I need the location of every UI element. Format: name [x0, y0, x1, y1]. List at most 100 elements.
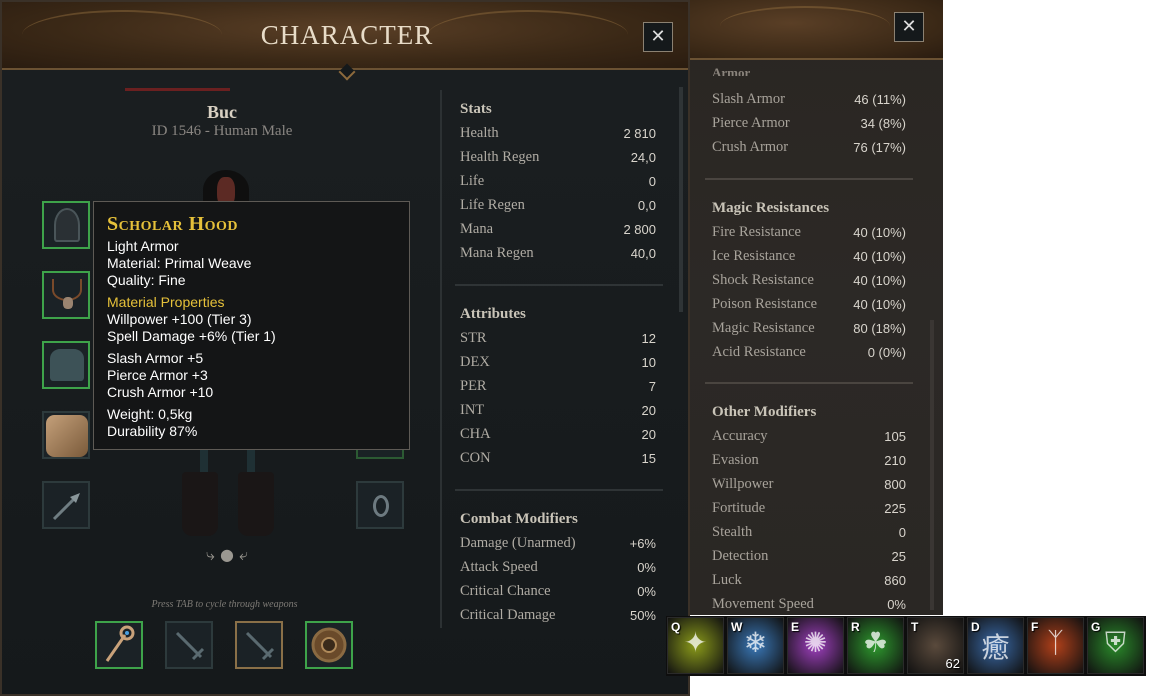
combat-title: Combat Modifiers [460, 511, 578, 527]
item-count: 62 [945, 656, 960, 671]
stat-value: 7 [648, 379, 656, 394]
stat-value: 76 (17%) [853, 140, 906, 155]
stat-value: 2 800 [623, 222, 656, 237]
sword-icon [245, 631, 275, 661]
stat-value: 40 (10%) [853, 273, 906, 288]
stat-row: Life Regen 0,0 [460, 197, 656, 217]
stat-row: CHA 20 [460, 426, 656, 446]
chest-armor-icon [50, 349, 84, 381]
equip-slot-ring[interactable] [356, 481, 404, 529]
stat-value: 46 (11%) [854, 92, 906, 107]
stat-label: Shock Resistance [712, 272, 814, 288]
section-divider [705, 178, 913, 180]
hotbar-slot-w[interactable]: ❄ W [727, 617, 784, 674]
hotbar-slot-g[interactable]: ⛨ G [1087, 617, 1144, 674]
stats-scrollbar[interactable] [679, 87, 683, 312]
weapon-slot-2[interactable] [165, 621, 213, 669]
stat-row: Acid Resistance 0 (0%) [712, 344, 906, 364]
column-divider [440, 90, 442, 628]
hotkey-label: R [851, 620, 860, 634]
item-material: Material: Primal Weave [107, 255, 252, 271]
stat-row: Health 2 810 [460, 125, 656, 145]
stat-row: Fortitude 225 [712, 500, 906, 520]
stat-row: Accuracy 105 [712, 428, 906, 448]
close-button[interactable]: ✕ [894, 12, 924, 42]
stat-label: Critical Chance [460, 583, 551, 599]
stat-label: STR [460, 330, 487, 346]
stat-label: Pierce Armor [712, 115, 790, 131]
stat-row: Fire Resistance 40 (10%) [712, 224, 906, 244]
stat-label: Stealth [712, 524, 753, 540]
stat-label: Accuracy [712, 428, 768, 444]
stat-row: Attack Speed 0% [460, 559, 656, 579]
stat-label: Detection [712, 548, 769, 564]
necklace-gem [63, 297, 73, 309]
hotkey-label: Q [671, 620, 681, 634]
hotbar-slot-f[interactable]: ᛉF [1027, 617, 1084, 674]
hotbar-slot-q[interactable]: ✦ Q [667, 617, 724, 674]
hotbar-slot-t[interactable]: T 62 [907, 617, 964, 674]
detail-scrollbar[interactable] [930, 320, 934, 610]
stat-value: 20 [641, 427, 656, 442]
material-properties-header: Material Properties [107, 294, 225, 310]
stat-value: 0,0 [637, 198, 656, 213]
stat-label: Movement Speed [712, 596, 814, 612]
stat-label: Crush Armor [712, 139, 789, 155]
stat-value: 0% [637, 560, 656, 575]
stat-row: Pierce Armor 34 (8%) [712, 115, 906, 135]
stat-value: 15 [641, 451, 656, 466]
stat-value: 34 (8%) [860, 116, 906, 131]
stat-label: Health [460, 125, 499, 141]
stat-row: DEX 10 [460, 354, 656, 374]
stat-value: 860 [884, 573, 906, 588]
stat-label: Critical Damage [460, 607, 556, 623]
stat-label: Magic Resistance [712, 320, 815, 336]
equip-slot-chest[interactable] [42, 341, 90, 389]
stat-value: 40 (10%) [853, 249, 906, 264]
attributes-title: Attributes [460, 306, 526, 322]
stat-row: Evasion 210 [712, 452, 906, 472]
weapon-slot-3[interactable] [235, 621, 283, 669]
stat-label: Luck [712, 572, 742, 588]
hotbar-slot-r[interactable]: ☘ R [847, 617, 904, 674]
equip-slot-head[interactable] [42, 201, 90, 249]
ring-icon [373, 495, 389, 517]
cycle-weapons-control[interactable]: ⤷ ● ⤶ [192, 545, 262, 565]
stat-row: Life 0 [460, 173, 656, 193]
hotkey-label: E [791, 620, 800, 634]
stat-label: DEX [460, 354, 490, 370]
tab-hint: Press TAB to cycle through weapons [151, 599, 298, 610]
weapon-slot-4[interactable] [305, 621, 353, 669]
equip-slot-mount[interactable] [42, 411, 90, 459]
stat-value: 80 (18%) [853, 321, 906, 336]
stat-label: Willpower [712, 476, 774, 492]
stat-label: Ice Resistance [712, 248, 796, 264]
stats-detail-panel: ✕ Armor Slash Armor 46 (11%) Pierce Armor 3… [690, 0, 943, 615]
stat-value: 0% [637, 584, 656, 599]
stat-row: Health Regen 24,0 [460, 149, 656, 169]
stat-value: 2 810 [623, 126, 656, 141]
weapon-slot-1[interactable] [95, 621, 143, 669]
hotkey-label: F [1031, 620, 1039, 634]
equip-slot-ammo[interactable] [42, 481, 90, 529]
item-armor-stat: Pierce Armor +3 [107, 367, 208, 383]
stat-value: +6% [629, 536, 656, 551]
hotbar-slot-e[interactable]: ✺ E [787, 617, 844, 674]
stat-label: Poison Resistance [712, 296, 818, 312]
stat-label: Evasion [712, 452, 759, 468]
hotbar-slot-d[interactable]: 癒D [967, 617, 1024, 674]
section-divider [455, 489, 663, 491]
stat-row: Luck 860 [712, 572, 906, 592]
armor-title: Armor [712, 66, 751, 76]
equip-slot-neck[interactable] [42, 271, 90, 319]
stat-value: 40,0 [630, 246, 656, 261]
character-boot [182, 472, 218, 536]
item-tooltip: Scholar Hood Light Armor Material: Prima… [93, 201, 410, 450]
magic-resistances-title: Magic Resistances [712, 200, 830, 216]
stat-row: Stealth 0 [712, 524, 906, 544]
stat-row: Critical Damage 50% [460, 607, 656, 627]
stat-row: PER 7 [460, 378, 656, 398]
health-bar [125, 88, 230, 91]
close-button[interactable]: ✕ [643, 22, 673, 52]
window-title: CHARACTER [260, 20, 434, 50]
